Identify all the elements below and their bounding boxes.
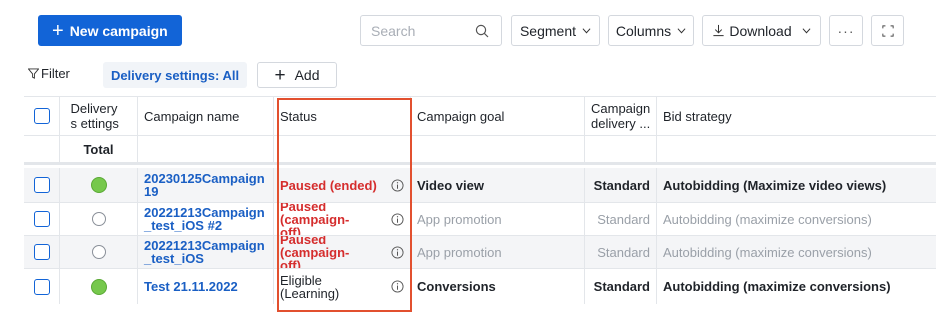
delivery-type: Standard (593, 177, 650, 193)
delivery-settings-chip[interactable]: Delivery settings: All (103, 62, 247, 88)
toolbar: + New campaign Search Segment Columns Do… (0, 0, 936, 60)
more-options-button[interactable]: ··· (829, 15, 863, 46)
campaign-name-link[interactable]: 20230125Campaign 19 (144, 172, 267, 198)
info-icon[interactable] (391, 178, 404, 192)
bid-strategy: Autobidding (maximize conversions) (663, 279, 891, 294)
row-checkbox[interactable] (33, 244, 50, 260)
delivery-type: Standard (597, 244, 650, 260)
plus-icon: + (52, 19, 64, 42)
header-status[interactable]: Status (274, 97, 411, 135)
campaign-name-link[interactable]: Test 21.11.2022 (144, 280, 238, 293)
delivery-type: Standard (593, 279, 650, 294)
fullscreen-button[interactable] (871, 15, 904, 46)
header-delivery-label: Delivery s ettings (70, 101, 119, 131)
table-row[interactable]: 20221213Campaign _test_iOS Paused (campa… (24, 236, 936, 269)
row-checkbox[interactable] (33, 278, 50, 295)
table-row[interactable]: Test 21.11.2022 Eligible (Learning) Conv… (24, 269, 936, 304)
segment-dropdown[interactable]: Segment (511, 15, 600, 46)
row-checkbox[interactable] (33, 177, 50, 193)
filter-button[interactable]: Filter (28, 66, 70, 81)
bid-strategy: Autobidding (Maximize video views) (663, 177, 887, 193)
table-row[interactable]: 20221213Campaign _test_iOS #2 Paused (ca… (24, 203, 936, 236)
delivery-type: Standard (597, 211, 650, 227)
delivery-toggle-on[interactable] (90, 278, 107, 295)
campaign-name-link[interactable]: 20221213Campaign _test_iOS (144, 239, 267, 265)
filter-label: Filter (41, 66, 70, 81)
columns-dropdown[interactable]: Columns (608, 15, 694, 46)
table-header: Delivery s ettings Campaign name Status … (24, 97, 936, 136)
header-delivery-type-label: Campaign delivery ... (591, 101, 651, 131)
status-text: Paused (campaign-off) (280, 236, 350, 268)
delivery-toggle-on[interactable] (90, 177, 107, 193)
columns-label: Columns (615, 22, 672, 39)
status-text: Paused (campaign-off) (280, 203, 350, 235)
header-bid-label: Bid strategy (663, 108, 732, 124)
info-icon[interactable] (391, 245, 404, 259)
table-row[interactable]: 20230125Campaign 19 Paused (ended) Video… (24, 168, 936, 203)
download-icon (713, 24, 724, 37)
status-text: Paused (ended) (280, 177, 377, 193)
total-label: Total (83, 141, 114, 157)
filter-bar: Filter Delivery settings: All + Add (0, 62, 936, 90)
download-label: Download (729, 22, 792, 39)
bid-strategy: Autobidding (maximize conversions) (663, 244, 872, 260)
delivery-settings-label: Delivery settings: All (110, 67, 240, 83)
plus-icon: + (274, 64, 286, 86)
select-all-checkbox[interactable] (33, 108, 50, 124)
campaign-name-link[interactable]: 20221213Campaign _test_iOS #2 (144, 206, 267, 232)
header-campaign-name[interactable]: Campaign name (138, 97, 274, 135)
chevron-down-icon (582, 28, 591, 34)
bid-strategy: Autobidding (maximize conversions) (663, 211, 872, 227)
chevron-down-icon (677, 28, 686, 34)
row-checkbox[interactable] (33, 211, 50, 227)
campaign-goal: App promotion (417, 211, 502, 227)
campaign-table: Delivery s ettings Campaign name Status … (24, 96, 936, 304)
add-filter-button[interactable]: + Add (257, 62, 337, 88)
chevron-down-icon (802, 28, 811, 34)
campaign-goal: Video view (417, 177, 484, 193)
header-bid-strategy[interactable]: Bid strategy (657, 97, 936, 135)
segment-label: Segment (519, 22, 577, 39)
header-delivery-settings[interactable]: Delivery s ettings (60, 97, 138, 135)
header-name-label: Campaign name (144, 108, 240, 124)
search-placeholder: Search (371, 22, 416, 39)
header-campaign-goal[interactable]: Campaign goal (411, 97, 585, 135)
info-icon[interactable] (391, 212, 404, 226)
campaign-goal: Conversions (417, 279, 496, 294)
expand-icon (881, 24, 894, 37)
new-campaign-button[interactable]: + New campaign (38, 15, 182, 46)
funnel-icon (28, 68, 39, 79)
total-row: Total (24, 136, 936, 165)
header-campaign-delivery[interactable]: Campaign delivery ... (585, 97, 657, 135)
add-filter-label: Add (294, 67, 320, 83)
download-dropdown[interactable]: Download (702, 15, 821, 46)
info-icon[interactable] (391, 280, 404, 293)
campaign-goal: App promotion (417, 244, 502, 260)
status-text: Eligible (Learning) (280, 272, 340, 301)
delivery-toggle-off[interactable] (91, 212, 106, 226)
header-checkbox-cell (24, 97, 60, 135)
header-goal-label: Campaign goal (417, 108, 505, 124)
new-campaign-label: New campaign (69, 22, 168, 39)
header-status-label: Status (280, 108, 317, 124)
delivery-toggle-off[interactable] (91, 245, 106, 259)
more-icon: ··· (837, 22, 855, 39)
search-icon[interactable] (475, 24, 489, 38)
search-input[interactable]: Search (360, 15, 502, 46)
